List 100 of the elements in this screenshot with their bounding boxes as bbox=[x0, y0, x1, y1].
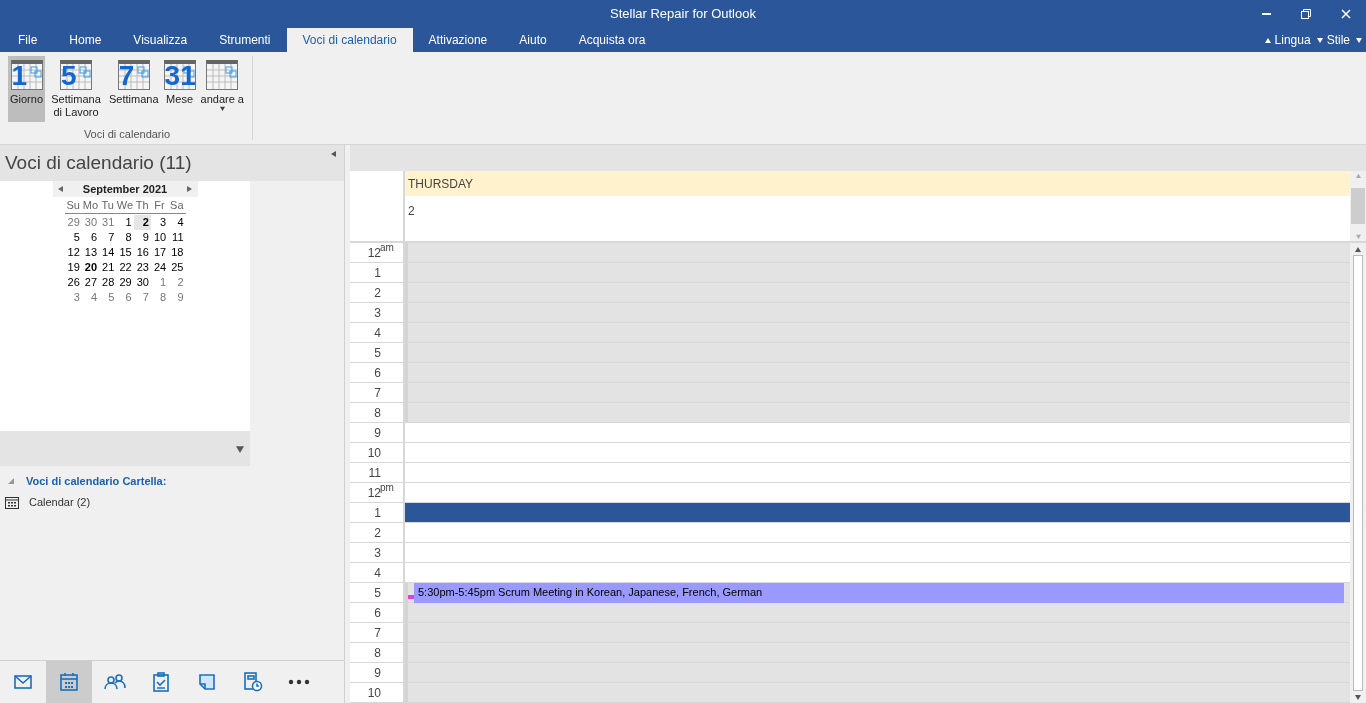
day-cell[interactable]: 31 bbox=[99, 215, 117, 230]
previous-month-icon[interactable] bbox=[56, 186, 63, 192]
day-cell[interactable]: 27 bbox=[81, 275, 100, 290]
day-cell[interactable]: 2 bbox=[133, 215, 151, 230]
time-slot[interactable] bbox=[405, 403, 1350, 422]
expand-icon[interactable] bbox=[8, 478, 14, 484]
scroll-up-icon[interactable] bbox=[1355, 246, 1361, 252]
time-slot[interactable] bbox=[405, 343, 1350, 362]
caret-icon[interactable] bbox=[1264, 37, 1271, 43]
day-cell[interactable]: 17 bbox=[150, 245, 169, 260]
group-label: Voci di calendario bbox=[83, 127, 171, 142]
folder-item[interactable]: Calendar (2) bbox=[0, 491, 344, 513]
ribbon-button[interactable]: 7 Settimana bbox=[107, 56, 161, 122]
caret-icon[interactable] bbox=[219, 106, 225, 111]
day-cell[interactable]: 6 bbox=[81, 230, 100, 245]
day-cell[interactable]: 11 bbox=[168, 230, 186, 245]
time-slot[interactable] bbox=[405, 643, 1350, 662]
time-slot[interactable] bbox=[405, 243, 1350, 262]
caret-icon[interactable] bbox=[1356, 37, 1362, 43]
ribbon-button[interactable]: 1 Giorno bbox=[8, 56, 46, 122]
day-cell[interactable]: 8 bbox=[116, 230, 134, 245]
calendar-icon bbox=[163, 60, 196, 90]
dropdown-caret-icon[interactable] bbox=[236, 444, 244, 453]
next-month-icon[interactable] bbox=[187, 186, 194, 192]
calendar-icon bbox=[60, 673, 78, 691]
scroll-down-icon[interactable] bbox=[1355, 694, 1361, 700]
date-label: 2 bbox=[407, 203, 416, 220]
time-slot[interactable] bbox=[405, 383, 1350, 402]
day-cell[interactable]: 19 bbox=[64, 260, 82, 275]
mail-icon bbox=[14, 675, 32, 689]
time-slot[interactable] bbox=[405, 623, 1350, 642]
day-cell[interactable]: 9 bbox=[168, 290, 186, 305]
caret-icon[interactable] bbox=[1316, 37, 1323, 43]
hour-label: 1 bbox=[350, 263, 405, 282]
day-cell[interactable]: 14 bbox=[99, 245, 117, 260]
nav-button[interactable] bbox=[46, 661, 92, 703]
ribbon-button[interactable]: 5 Settimana di Lavoro bbox=[46, 56, 107, 122]
day-cell[interactable]: 22 bbox=[116, 260, 134, 275]
day-cell[interactable]: 10 bbox=[150, 230, 169, 245]
ribbon-tab[interactable]: Visualizza bbox=[117, 28, 204, 52]
ribbon-tab[interactable]: Attivazione bbox=[412, 28, 504, 52]
weekday-label: Th bbox=[134, 198, 150, 213]
hour-label: 8 bbox=[350, 403, 405, 422]
time-slot[interactable] bbox=[405, 303, 1350, 322]
day-cell[interactable]: 3 bbox=[150, 215, 169, 230]
time-slot[interactable] bbox=[405, 503, 1350, 522]
ribbon-tab[interactable]: Home bbox=[53, 28, 118, 52]
ribbon-tab[interactable]: Aiuto bbox=[503, 28, 563, 52]
day-cell[interactable]: 29 bbox=[116, 275, 134, 290]
ribbon-tab[interactable]: Acquista ora bbox=[562, 28, 662, 52]
time-slot[interactable] bbox=[405, 683, 1350, 702]
day-cell[interactable]: 3 bbox=[64, 290, 82, 305]
time-slot[interactable] bbox=[405, 323, 1350, 342]
day-cell[interactable]: 26 bbox=[64, 275, 82, 290]
collapse-icon[interactable] bbox=[330, 151, 336, 157]
day-cell[interactable]: 7 bbox=[133, 290, 151, 305]
day-cell[interactable]: 29 bbox=[64, 215, 82, 230]
time-slot[interactable] bbox=[405, 263, 1350, 282]
day-cell[interactable]: 30 bbox=[133, 275, 151, 290]
day-cell[interactable]: 20 bbox=[81, 260, 100, 275]
time-slot[interactable] bbox=[405, 603, 1350, 622]
day-cell[interactable]: 25 bbox=[168, 260, 186, 275]
day-cell[interactable]: 23 bbox=[133, 260, 151, 275]
day-cell[interactable]: 6 bbox=[116, 290, 134, 305]
day-cell[interactable]: 12 bbox=[64, 245, 82, 260]
day-cell[interactable]: 2 bbox=[168, 275, 186, 290]
ribbon-tab[interactable]: Strumenti bbox=[203, 28, 287, 52]
weekday-label: Tu bbox=[100, 198, 115, 213]
day-cell[interactable]: 5 bbox=[99, 290, 117, 305]
ribbon-tab[interactable]: File bbox=[2, 28, 54, 52]
time-slot[interactable] bbox=[405, 663, 1350, 682]
hour-label: 3 bbox=[350, 303, 405, 322]
day-cell[interactable]: 8 bbox=[150, 290, 169, 305]
day-cell[interactable]: 4 bbox=[168, 215, 186, 230]
time-slot[interactable] bbox=[405, 283, 1350, 302]
day-cell[interactable]: 1 bbox=[150, 275, 169, 290]
day-cell[interactable]: 13 bbox=[81, 245, 100, 260]
day-cell[interactable]: 28 bbox=[99, 275, 117, 290]
hour-label: 2 bbox=[350, 283, 405, 302]
day-cell[interactable]: 16 bbox=[133, 245, 151, 260]
restore-icon bbox=[1301, 9, 1311, 19]
day-cell[interactable]: 1 bbox=[116, 215, 134, 230]
day-cell[interactable]: 21 bbox=[99, 260, 117, 275]
day-cell[interactable]: 5 bbox=[64, 230, 82, 245]
day-cell[interactable]: 18 bbox=[168, 245, 186, 260]
menu-button[interactable]: Lingua bbox=[1264, 31, 1311, 49]
menu-button[interactable]: Stile bbox=[1316, 31, 1350, 49]
day-cell[interactable]: 15 bbox=[116, 245, 134, 260]
day-cell[interactable]: 30 bbox=[81, 215, 100, 230]
day-cell[interactable]: 4 bbox=[81, 290, 100, 305]
ribbon-button[interactable]: andare a bbox=[198, 56, 246, 122]
window-title: Stellar Repair for Outlook bbox=[610, 5, 756, 24]
hour-label: 6 bbox=[350, 363, 405, 382]
ribbon-tab[interactable]: Voci di calendario bbox=[286, 28, 413, 52]
ribbon-button[interactable]: 31 Mese bbox=[161, 56, 198, 122]
day-cell[interactable]: 24 bbox=[150, 260, 169, 275]
scrollbar[interactable] bbox=[1350, 243, 1366, 703]
day-cell[interactable]: 9 bbox=[133, 230, 151, 245]
time-slot[interactable] bbox=[405, 363, 1350, 382]
day-cell[interactable]: 7 bbox=[99, 230, 117, 245]
